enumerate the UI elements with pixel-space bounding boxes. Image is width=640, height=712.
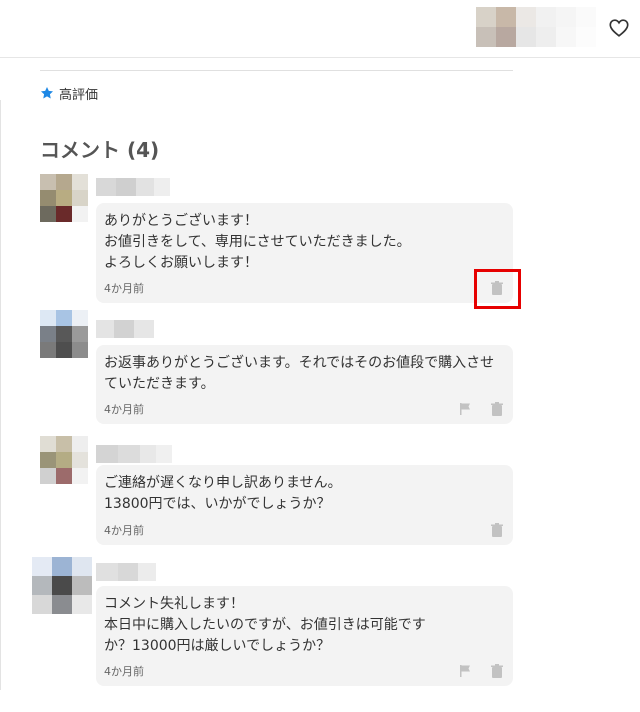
top-bar: [0, 0, 640, 58]
commenter-name[interactable]: [96, 178, 170, 196]
comment-bubble: ご連絡が遅くなり申し訳ありません。 13800円では、いかがでしょうか？ 4か月…: [96, 465, 513, 545]
commenter-name[interactable]: [96, 445, 172, 463]
side-border: [0, 100, 1, 690]
flag-icon[interactable]: [457, 663, 473, 679]
commenter-avatar[interactable]: [32, 557, 92, 614]
flag-icon[interactable]: [457, 401, 473, 417]
delete-button-highlight: [474, 269, 521, 309]
comment-bubble: ありがとうございます！ お値引きをして、専用にさせていただきました。 よろしくお…: [96, 203, 513, 303]
comment-time: 4か月前: [104, 403, 144, 416]
heart-icon[interactable]: [608, 17, 630, 39]
commenter-name[interactable]: [96, 563, 156, 581]
seller-avatar[interactable]: [476, 7, 596, 47]
comment-text: お返事ありがとうございます。それではそのお値段で購入させていただきます。: [104, 355, 495, 392]
comments-heading: コメント (4): [40, 138, 160, 162]
comment-time: 4か月前: [104, 524, 144, 537]
trash-icon[interactable]: [489, 663, 505, 679]
trash-icon[interactable]: [489, 522, 505, 538]
comment-text: ありがとうございます！ お値引きをして、専用にさせていただきました。 よろしくお…: [104, 213, 411, 271]
trash-icon[interactable]: [489, 401, 505, 417]
comment-bubble: お返事ありがとうございます。それではそのお値段で購入させていただきます。 4か月…: [96, 345, 513, 424]
rating-row: 高評価: [40, 84, 99, 103]
commenter-avatar[interactable]: [40, 436, 88, 484]
commenter-name[interactable]: [96, 320, 154, 338]
star-icon: [40, 87, 54, 99]
rating-label: 高評価: [59, 87, 99, 103]
comment-time: 4か月前: [104, 282, 144, 295]
comment-bubble: コメント失礼します！ 本日中に購入したいのですが、お値引きは可能です か？130…: [96, 586, 513, 686]
comment-text: コメント失礼します！ 本日中に購入したいのですが、お値引きは可能です か？130…: [104, 596, 426, 654]
commenter-avatar[interactable]: [40, 174, 88, 222]
commenter-avatar[interactable]: [40, 310, 88, 358]
comment-time: 4か月前: [104, 665, 144, 678]
comment-text: ご連絡が遅くなり申し訳ありません。 13800円では、いかがでしょうか？: [104, 475, 342, 512]
section-divider: [40, 70, 513, 71]
